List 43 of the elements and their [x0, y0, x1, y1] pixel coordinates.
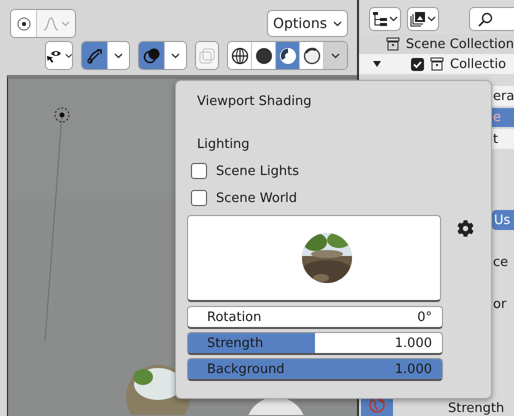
outliner-label: Collectio — [450, 56, 506, 72]
caret-icon — [333, 20, 342, 26]
use-nodes-button[interactable]: Us — [492, 210, 514, 230]
arrow-gizmo-icon — [86, 46, 104, 64]
material-sphere-icon — [278, 46, 296, 64]
outliner-label: e — [493, 110, 501, 125]
pivot-button[interactable] — [11, 10, 37, 37]
caret-icon — [331, 52, 340, 58]
options-dropdown[interactable]: Options — [267, 10, 348, 37]
property-label: ce — [493, 254, 508, 270]
outliner-label: Scene Collection — [406, 36, 514, 52]
bell-curve-icon — [42, 16, 58, 30]
search-field[interactable] — [469, 7, 514, 31]
outliner-label: era — [493, 88, 514, 104]
material-shading-button[interactable] — [276, 42, 300, 69]
search-icon — [478, 12, 493, 26]
overlay-toggle[interactable] — [139, 42, 165, 69]
display-mode-button[interactable] — [369, 7, 401, 31]
outliner-row[interactable]: Collectio — [359, 54, 514, 74]
settings-icon[interactable] — [457, 220, 474, 237]
overlapping-circles-icon — [142, 46, 160, 64]
wireframe-shading-button[interactable] — [228, 42, 252, 69]
property-label: or — [493, 296, 506, 312]
caret-icon — [64, 52, 72, 58]
wireframe-sphere-icon — [230, 46, 248, 64]
collection-box-icon — [386, 37, 400, 51]
rendered-sphere-icon — [302, 46, 320, 64]
gizmo-toggle[interactable] — [82, 42, 108, 69]
image-stack-icon — [410, 11, 426, 27]
caret-icon — [389, 16, 398, 22]
outliner-label: t — [493, 132, 498, 146]
filter-button[interactable] — [407, 7, 439, 31]
caret-icon — [60, 20, 70, 26]
caret-icon — [171, 52, 180, 58]
hierarchy-icon — [372, 11, 388, 27]
collection-box-icon — [430, 57, 444, 71]
xray-icon — [199, 48, 215, 64]
solid-sphere-icon — [254, 46, 272, 64]
globe-icon — [368, 396, 386, 414]
caret-icon — [114, 52, 123, 58]
caret-icon — [427, 16, 436, 22]
dot-circle-icon — [16, 16, 30, 30]
property-label: Strength — [448, 401, 504, 416]
